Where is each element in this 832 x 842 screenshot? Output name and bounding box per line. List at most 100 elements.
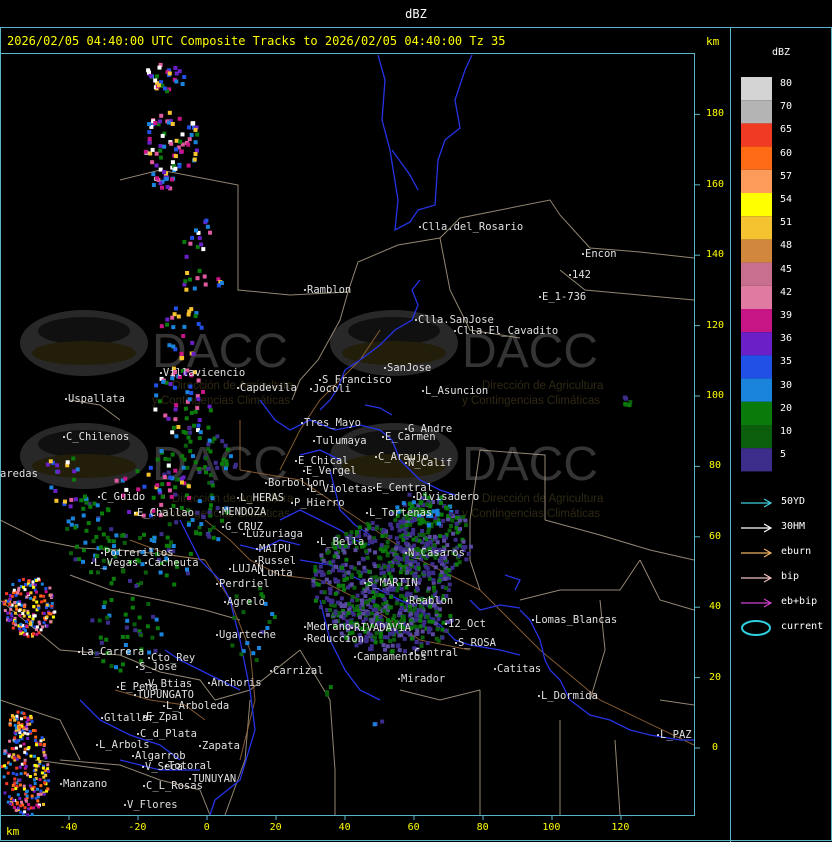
city-marker (229, 568, 231, 570)
city-label: Clla.del_Rosario (422, 221, 523, 233)
city-label: Capdevila (240, 382, 297, 394)
echo-cell (9, 718, 12, 722)
echo-cell (395, 540, 400, 545)
echo-cell (332, 554, 337, 559)
echo-cell (171, 325, 176, 330)
track-label: eb+bip (781, 596, 818, 607)
echo-cell (18, 778, 22, 782)
echo-cell (23, 633, 27, 637)
echo-cell (441, 518, 446, 523)
echo-cell (90, 618, 95, 623)
echo-cell (336, 583, 341, 588)
echo-cell (15, 757, 19, 761)
river-line (504, 574, 521, 591)
echo-cell (174, 147, 178, 152)
echo-cell (401, 614, 406, 619)
echo-cell (440, 635, 445, 640)
echo-cell (53, 489, 58, 493)
echo-cell (239, 652, 244, 657)
city-label: Perdriel (219, 578, 270, 590)
echo-cell (172, 312, 177, 317)
echo-cell (155, 457, 160, 462)
echo-cell (442, 535, 446, 539)
echo-cell (28, 583, 32, 587)
boundary-line (399, 689, 481, 701)
echo-cell (321, 558, 326, 563)
echo-cell (195, 132, 200, 137)
echo-cell (153, 407, 158, 412)
echo-cell (34, 735, 38, 739)
echo-cell (213, 460, 218, 465)
echo-cell (387, 571, 392, 576)
echo-cell (49, 485, 54, 490)
echo-cell (180, 82, 185, 86)
road-line (204, 559, 256, 761)
echo-cell (198, 430, 203, 435)
echo-cell (40, 600, 44, 604)
echo-cell (39, 792, 43, 796)
echo-cell (19, 772, 23, 776)
echo-cell (23, 806, 27, 810)
echo-cell (173, 492, 178, 497)
echo-cell (147, 140, 152, 145)
city-label: Central (414, 647, 458, 659)
echo-cell (165, 317, 170, 322)
echo-cell (157, 65, 162, 70)
dbz-label: 60 (780, 147, 793, 159)
echo-cell (426, 522, 431, 527)
river-line (519, 609, 694, 741)
echo-cell (404, 541, 408, 546)
city-label: V_Flores (127, 799, 178, 811)
echo-cell (27, 803, 31, 806)
dbz-swatch (741, 355, 772, 379)
echo-cell (7, 795, 11, 799)
boundary-line (614, 739, 621, 816)
echo-cell (171, 344, 176, 349)
echo-cell (20, 800, 23, 804)
echo-cell (332, 603, 337, 608)
dbz-label: 20 (780, 402, 793, 414)
echo-cell (23, 747, 27, 751)
echo-cell (3, 602, 7, 606)
echo-cell (230, 643, 235, 648)
city-marker (405, 462, 407, 464)
city-marker (96, 744, 98, 746)
echo-cell (206, 425, 211, 430)
echo-cell (367, 569, 372, 574)
echo-cell (22, 742, 26, 746)
echo-cell (204, 456, 208, 461)
echo-cell (172, 582, 177, 587)
city-label: L_Violetas (310, 483, 373, 495)
river-line (364, 404, 393, 416)
x-tick-label: -20 (128, 822, 147, 833)
echo-cell (21, 577, 25, 581)
echo-cell (440, 585, 445, 589)
echo-cell (215, 465, 220, 470)
echo-cell (204, 218, 209, 223)
echo-cell (150, 147, 155, 152)
echo-cell (97, 618, 102, 623)
city-marker (224, 601, 226, 603)
echo-cell (107, 538, 112, 543)
echo-cell (193, 127, 198, 132)
echo-cell (381, 570, 386, 575)
city-marker (657, 734, 659, 736)
boundary-line (519, 559, 641, 601)
echo-cell (11, 788, 15, 791)
echo-cell (124, 625, 129, 630)
echo-cell (215, 434, 220, 439)
echo-cell (186, 484, 191, 489)
x-tick-label: 80 (476, 822, 489, 833)
echo-cell (39, 742, 42, 746)
echo-cell (206, 466, 211, 471)
echo-cell (71, 456, 76, 461)
map-area[interactable]: DACC Dirección de Agricultura y Contingenc… (0, 54, 695, 817)
echo-cell (329, 600, 334, 605)
svg-text:DACC: DACC (462, 438, 598, 491)
echo-cell (437, 521, 441, 526)
dacc-logo: DACC Dirección de Agricultura y Contingenc… (330, 423, 604, 520)
echo-cell (29, 591, 33, 595)
echo-cell (42, 621, 46, 625)
echo-cell (169, 141, 174, 146)
echo-cell (12, 806, 16, 809)
